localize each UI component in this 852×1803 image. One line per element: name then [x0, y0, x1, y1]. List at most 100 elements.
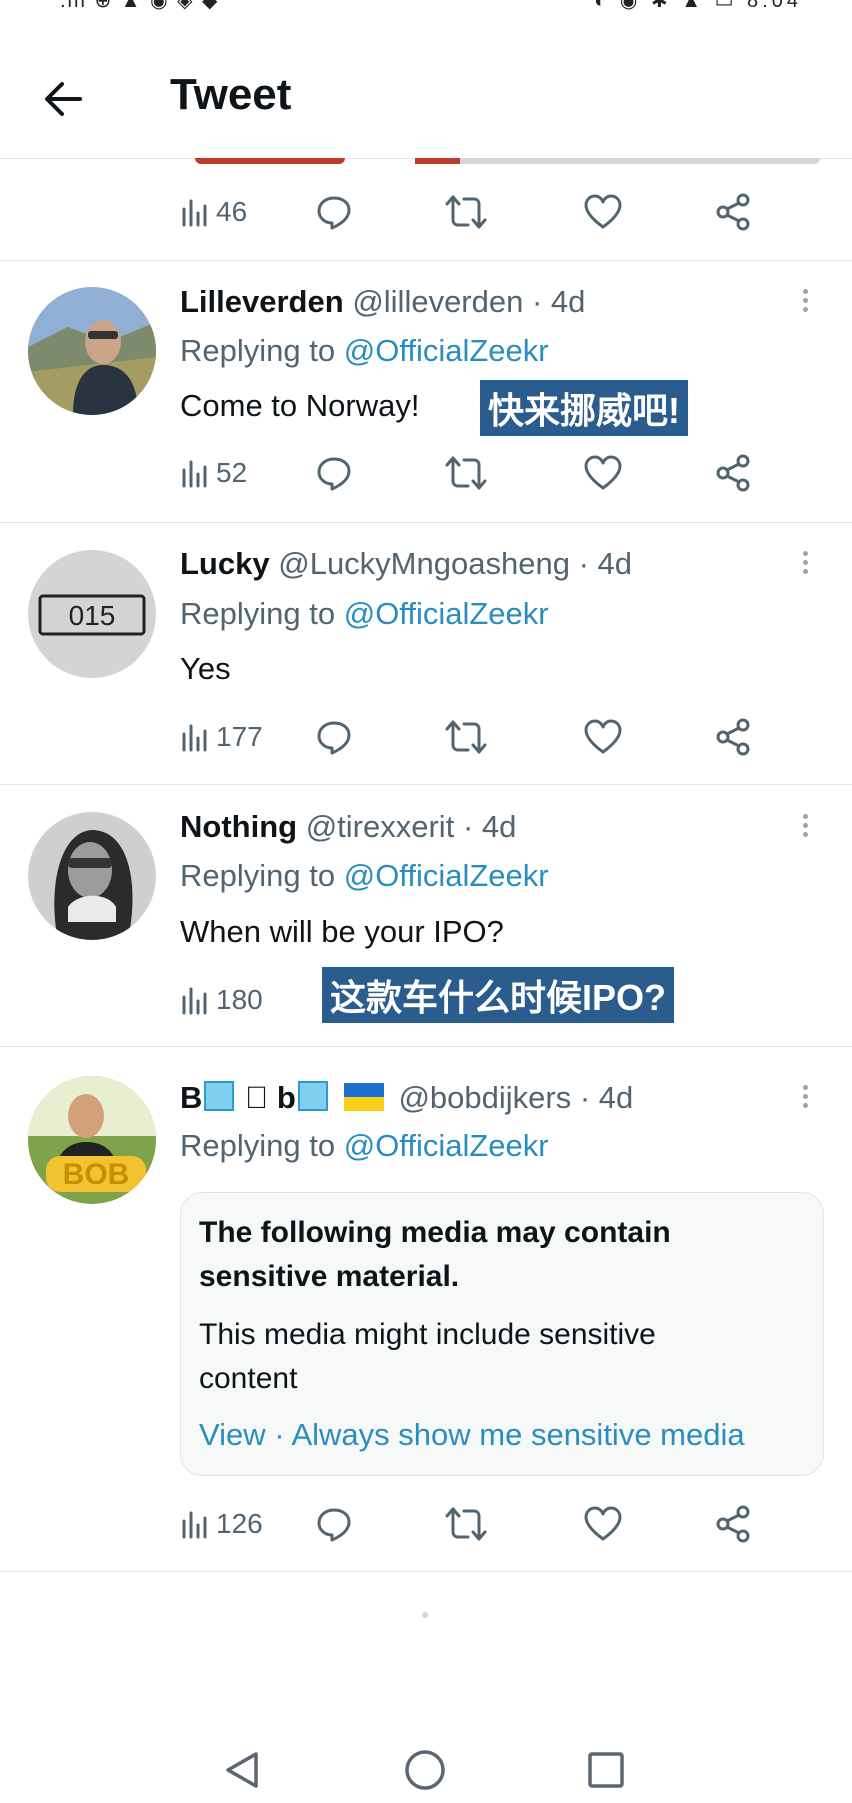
nav-recents-icon[interactable] — [582, 1748, 632, 1798]
status-icons-right: ◐ ◉ ✱ ▲ ▭ 8:04 — [594, 0, 802, 12]
nav-home-icon[interactable] — [400, 1748, 450, 1798]
square-emoji-icon — [204, 1081, 235, 1111]
back-arrow-icon[interactable] — [40, 74, 90, 124]
share-icon — [716, 454, 750, 492]
apple-icon:  — [245, 1080, 268, 1115]
views-count: 180 — [216, 984, 263, 1015]
like-button[interactable] — [583, 1499, 623, 1549]
avatar[interactable] — [28, 812, 156, 940]
like-button[interactable] — [583, 448, 623, 498]
handle[interactable]: @bobdijkers — [398, 1080, 571, 1115]
divider — [0, 784, 852, 785]
display-name[interactable]: Lilleverden — [180, 284, 344, 319]
replying-prefix: Replying to — [180, 858, 344, 893]
reply-button[interactable] — [315, 1499, 353, 1549]
views-icon — [182, 724, 207, 752]
tweet-header: Nothing @tirexxerit · 4d — [180, 809, 516, 845]
loading-indicator — [422, 1612, 428, 1618]
more-options-icon[interactable] — [795, 285, 815, 325]
views-button[interactable]: 46 — [180, 187, 247, 237]
tweet-actions: 177 — [180, 712, 780, 762]
divider — [0, 522, 852, 523]
always-show-link[interactable]: Always show me sensitive media — [291, 1417, 744, 1452]
reply-button[interactable] — [315, 712, 353, 762]
like-button[interactable] — [583, 712, 623, 762]
reply-icon — [317, 1508, 351, 1542]
tweet-text: Yes — [180, 651, 231, 686]
ukraine-flag-icon — [343, 1083, 384, 1111]
display-name[interactable]: Nothing — [180, 809, 297, 844]
handle[interactable]: @tirexxerit — [306, 809, 455, 844]
share-button[interactable] — [715, 187, 753, 237]
system-nav-bar — [0, 1730, 852, 1790]
tweet-actions: 52 — [180, 448, 780, 498]
heart-icon — [584, 1506, 622, 1541]
retweet-button[interactable] — [445, 448, 487, 498]
views-button[interactable]: 180 — [180, 975, 263, 1025]
reply-button[interactable] — [315, 187, 353, 237]
replying-prefix: Replying to — [180, 596, 344, 631]
retweet-button[interactable] — [445, 187, 487, 237]
views-button[interactable]: 52 — [180, 448, 247, 498]
view-link[interactable]: View — [199, 1417, 266, 1452]
views-count: 46 — [216, 196, 248, 227]
replying-to: Replying to @OfficialZeekr — [180, 333, 549, 369]
sensitive-media-card[interactable]: The following media may contain sensitiv… — [180, 1192, 824, 1476]
replying-to: Replying to @OfficialZeekr — [180, 596, 549, 632]
views-icon — [182, 460, 207, 488]
retweet-icon — [445, 195, 487, 229]
separator: · — [265, 1417, 292, 1452]
display-name[interactable]: B  b — [180, 1080, 390, 1115]
reply-icon — [317, 721, 351, 755]
sensitive-actions: View · Always show me sensitive media — [199, 1417, 745, 1453]
top-app-bar: Tweet — [0, 40, 852, 159]
replying-to: Replying to @OfficialZeekr — [180, 1128, 549, 1164]
retweet-button[interactable] — [445, 1499, 487, 1549]
timestamp: · 4d — [578, 546, 632, 581]
like-button[interactable] — [583, 187, 623, 237]
square-emoji-icon — [297, 1081, 328, 1111]
divider — [0, 260, 852, 261]
share-icon — [716, 193, 750, 231]
replying-prefix: Replying to — [180, 333, 344, 368]
nav-back-icon[interactable] — [220, 1748, 270, 1798]
handle[interactable]: @LuckyMngoasheng — [278, 546, 570, 581]
replying-to-link[interactable]: @OfficialZeekr — [344, 1128, 549, 1163]
views-count: 126 — [216, 1508, 263, 1539]
display-name[interactable]: Lucky — [180, 546, 270, 581]
status-bar: .ill ⊕ ▲ ◉ ◈ ◆ ◐ ◉ ✱ ▲ ▭ 8:04 — [0, 0, 852, 14]
views-button[interactable]: 177 — [180, 712, 263, 762]
share-button[interactable] — [715, 712, 753, 762]
retweet-button[interactable] — [445, 712, 487, 762]
divider — [0, 1571, 852, 1572]
handle[interactable]: @lilleverden — [352, 284, 523, 319]
share-button[interactable] — [715, 448, 753, 498]
reply-button[interactable] — [315, 448, 353, 498]
avatar[interactable]: 015 — [28, 550, 156, 678]
retweet-icon — [445, 456, 487, 490]
avatar-label: BOB — [63, 1158, 130, 1191]
avatar[interactable]: BOB — [28, 1076, 156, 1204]
tweet-text: When will be your IPO? — [180, 914, 504, 949]
timestamp: · 4d — [547, 1080, 633, 1115]
share-icon — [716, 1505, 750, 1543]
sensitive-title: The following media may contain sensitiv… — [199, 1216, 671, 1293]
more-options-icon[interactable] — [795, 810, 815, 850]
name-part: B — [180, 1080, 203, 1115]
translation-overlay: 快来挪威吧! — [480, 380, 688, 436]
more-options-icon[interactable] — [795, 547, 815, 587]
timestamp: · 4d — [531, 284, 586, 319]
avatar[interactable] — [28, 287, 156, 415]
views-icon — [182, 1511, 207, 1539]
heart-icon — [584, 455, 622, 490]
more-options-icon[interactable] — [795, 1081, 815, 1121]
replying-to-link[interactable]: @OfficialZeekr — [344, 858, 549, 893]
share-button[interactable] — [715, 1499, 753, 1549]
replying-to-link[interactable]: @OfficialZeekr — [344, 596, 549, 631]
views-button[interactable]: 126 — [180, 1499, 263, 1549]
page-title: Tweet — [170, 70, 292, 119]
views-count: 52 — [216, 457, 248, 488]
previous-media-edge — [0, 158, 852, 168]
tweet-header: B  b @bobdijkers · 4d — [180, 1080, 633, 1116]
replying-to-link[interactable]: @OfficialZeekr — [344, 333, 549, 368]
